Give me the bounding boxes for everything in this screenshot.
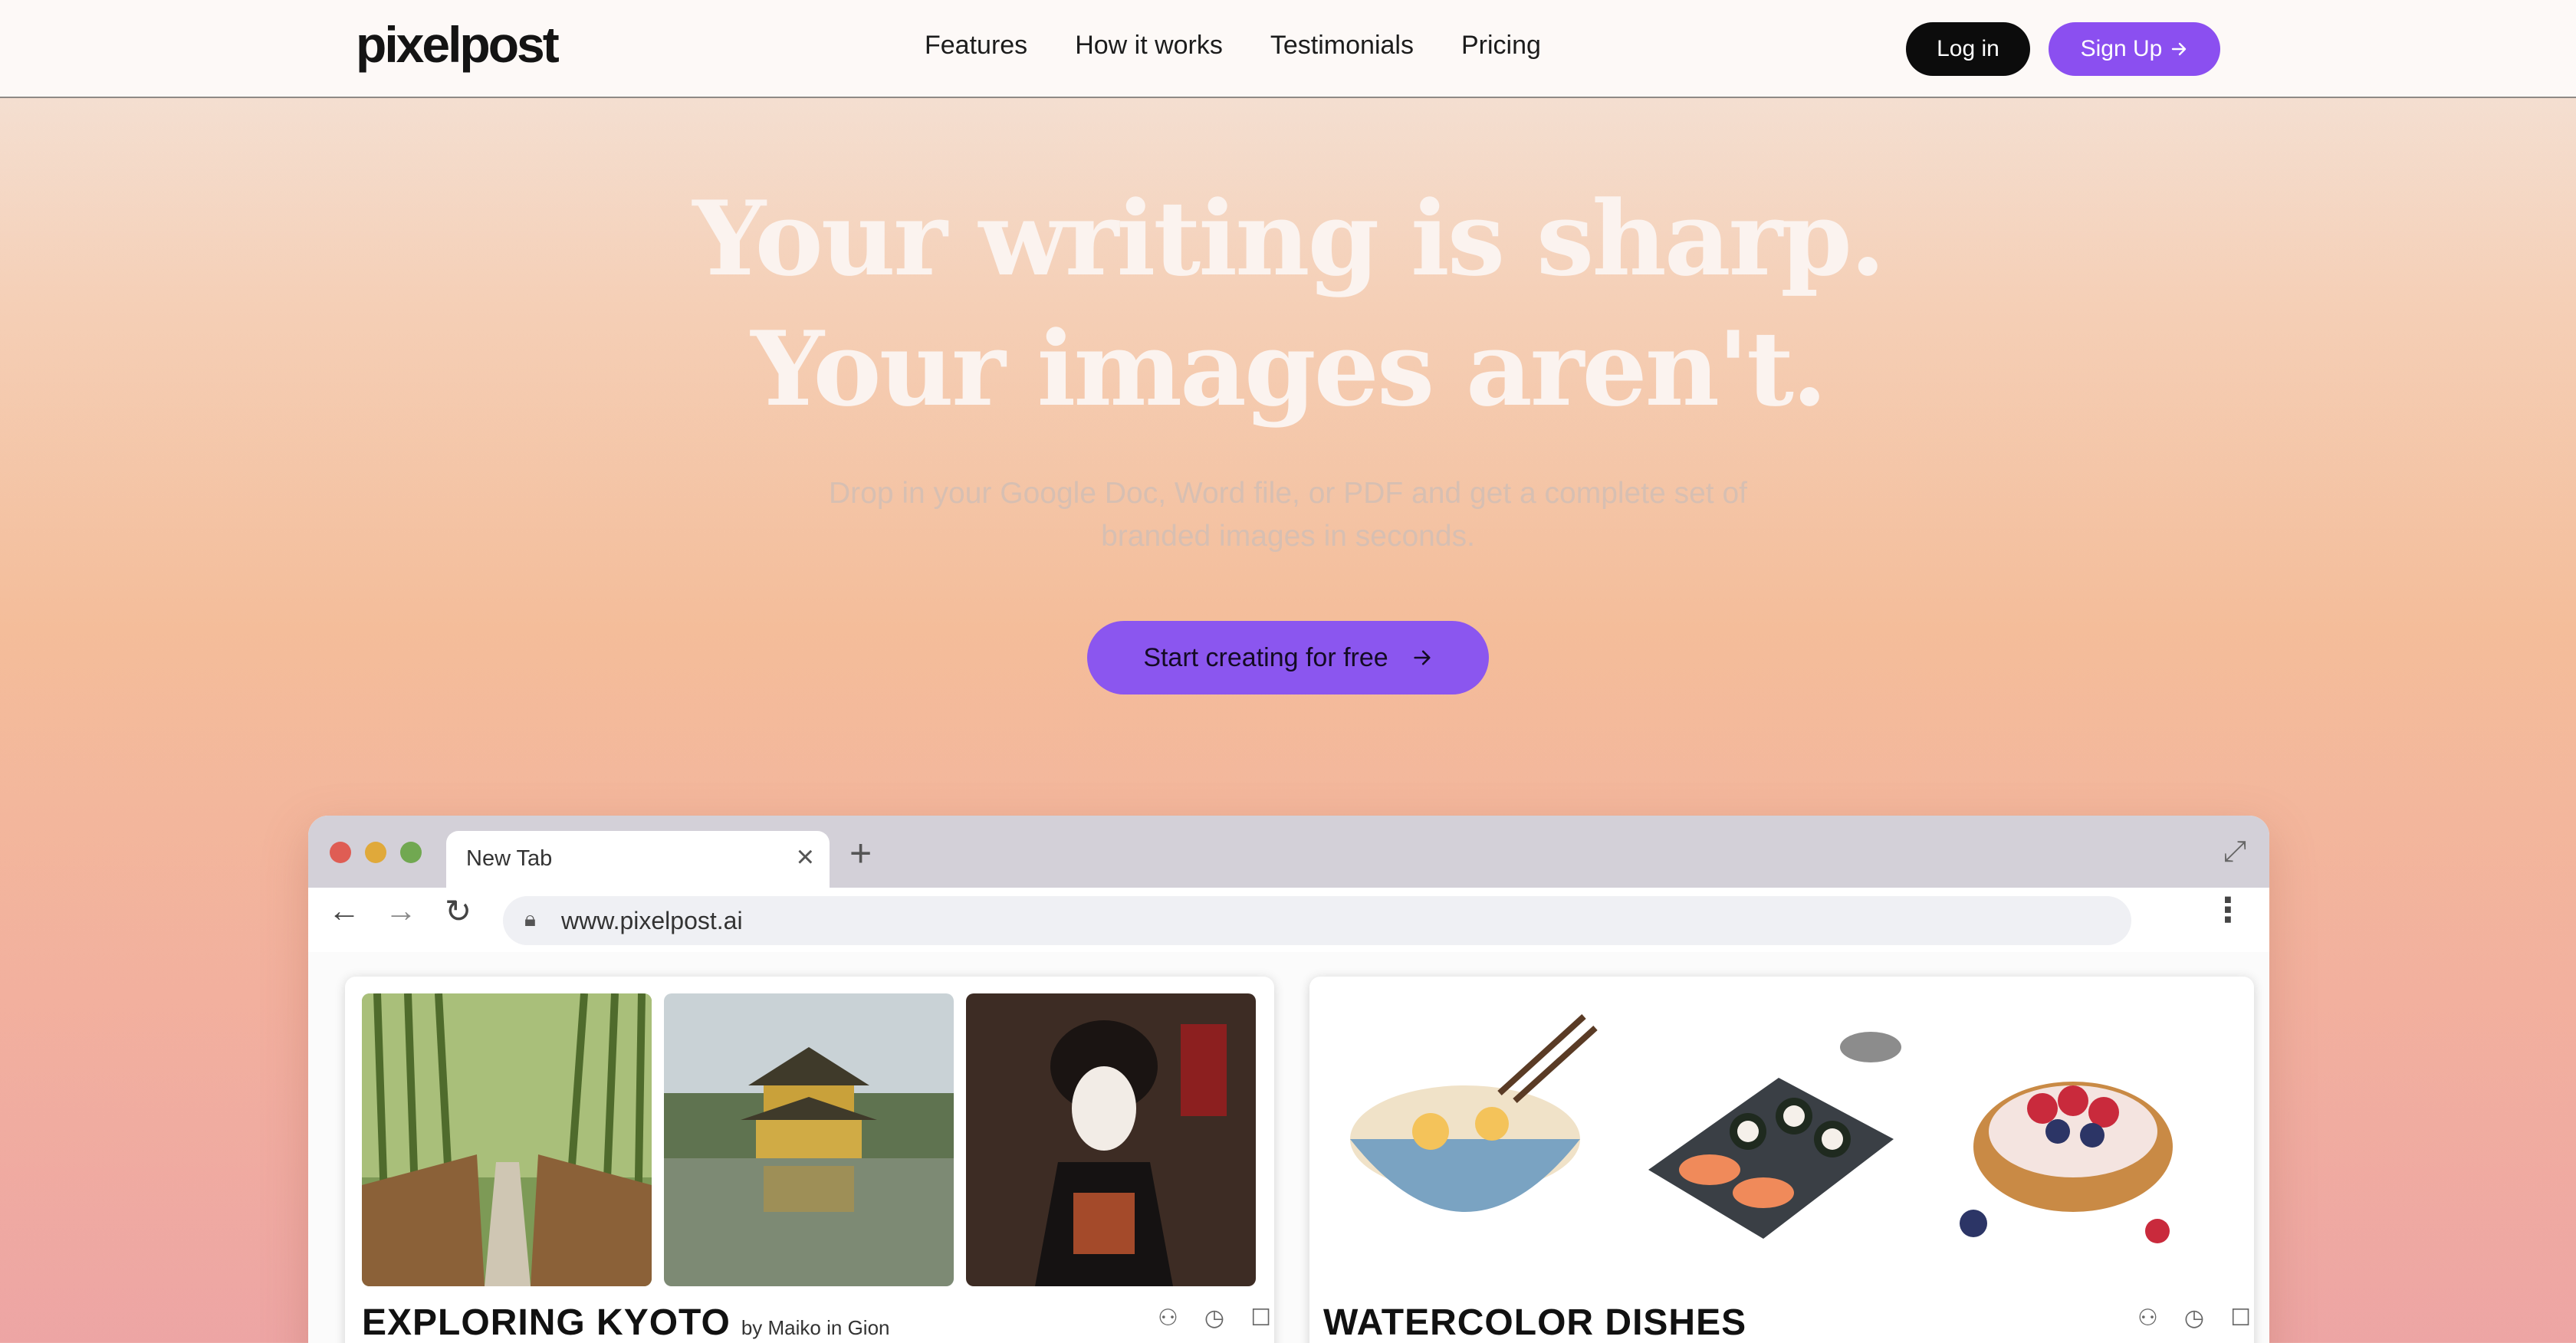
hero-title: Your writing is sharp. Your images aren'… [0,173,2576,434]
hero-subtitle-line2: branded images in seconds. [1101,520,1475,553]
card-title: WATERCOLOR DISHES [1323,1302,1746,1343]
history-icon[interactable]: ◷ [1204,1305,1224,1332]
bookmark-icon[interactable]: ☐ [2230,1305,2251,1332]
arrow-right-icon [1414,650,1431,665]
forward-icon[interactable]: → [385,892,417,929]
arrow-right-icon [2172,42,2187,56]
share-icon[interactable]: ⚇ [1158,1305,1178,1332]
login-button[interactable]: Log in [1906,22,2030,76]
history-icon[interactable]: ◷ [2184,1305,2204,1332]
browser-content: EXPLORING KYOTO by Maiko in Gion ⚇ ◷ ☐ W… [308,952,2269,1343]
berry-tart-image [1927,993,2217,1286]
browser-tab[interactable]: New Tab × [446,831,830,889]
back-icon[interactable]: ← [328,892,360,929]
start-creating-button[interactable]: Start creating for free [1087,621,1489,694]
close-icon[interactable]: × [797,840,814,875]
top-nav: pixelpost Features How it works Testimon… [0,0,2576,98]
sushi-platter-image [1625,993,1915,1286]
bamboo-forest-image [362,993,652,1286]
nav-link-pricing[interactable]: Pricing [1461,31,1541,61]
login-button-label: Log in [1937,36,1999,61]
project-card-kyoto[interactable]: EXPLORING KYOTO by Maiko in Gion ⚇ ◷ ☐ [345,977,1274,1343]
tab-label: New Tab [466,846,553,871]
hero-subtitle-line1: Drop in your Google Doc, Word file, or P… [828,477,1747,510]
nav-link-testimonials[interactable]: Testimonials [1270,31,1414,61]
address-bar[interactable]: 🔒︎ www.pixelpost.ai [503,896,2131,945]
card-actions: ⚇ ◷ ☐ [2137,1305,2251,1332]
bookmark-icon[interactable]: ☐ [1250,1305,1271,1332]
ramen-bowl-image [1323,993,1613,1286]
nav-link-how-it-works[interactable]: How it works [1075,31,1223,61]
card-title-text: WATERCOLOR DISHES [1323,1302,1747,1343]
hero-subtitle: Drop in your Google Doc, Word file, or P… [767,472,1809,558]
card-actions: ⚇ ◷ ☐ [1158,1305,1271,1332]
card-title-text: EXPLORING KYOTO [362,1302,731,1343]
maximize-window-dot[interactable] [400,842,422,863]
project-card-watercolor[interactable]: WATERCOLOR DISHES ⚇ ◷ ☐ [1309,977,2254,1343]
nav-link-features[interactable]: Features [925,31,1027,61]
nav-links: Features How it works Testimonials Prici… [925,31,1541,61]
card-author: by Maiko in Gion [741,1316,890,1339]
browser-tab-bar: New Tab × + ⤢ [308,816,2269,889]
geisha-portrait-image [966,993,1256,1286]
url-text: www.pixelpost.ai [561,907,743,934]
hero-title-line2: Your images aren't. [751,308,1827,429]
close-window-dot[interactable] [330,842,351,863]
new-tab-icon[interactable]: + [849,831,872,875]
share-icon[interactable]: ⚇ [2137,1305,2158,1332]
card-title: EXPLORING KYOTO by Maiko in Gion [362,1302,890,1343]
browser-mockup: New Tab × + ⤢ ← → ↻ 🔒︎ www.pixelpost.ai … [308,816,2269,1343]
minimize-window-dot[interactable] [365,842,386,863]
cta-label: Start creating for free [1143,642,1388,672]
expand-icon[interactable]: ⤢ [2223,836,2246,869]
signup-button-label: Sign Up [2080,36,2163,61]
menu-icon[interactable]: ⋮ [2211,891,2245,930]
logo[interactable]: pixelpost [356,15,560,74]
lock-icon: 🔒︎ [524,907,536,931]
golden-pavilion-image [664,993,954,1286]
hero-title-line1: Your writing is sharp. [692,178,1885,299]
reload-icon[interactable]: ↻ [445,892,472,930]
signup-button[interactable]: Sign Up [2049,22,2220,76]
